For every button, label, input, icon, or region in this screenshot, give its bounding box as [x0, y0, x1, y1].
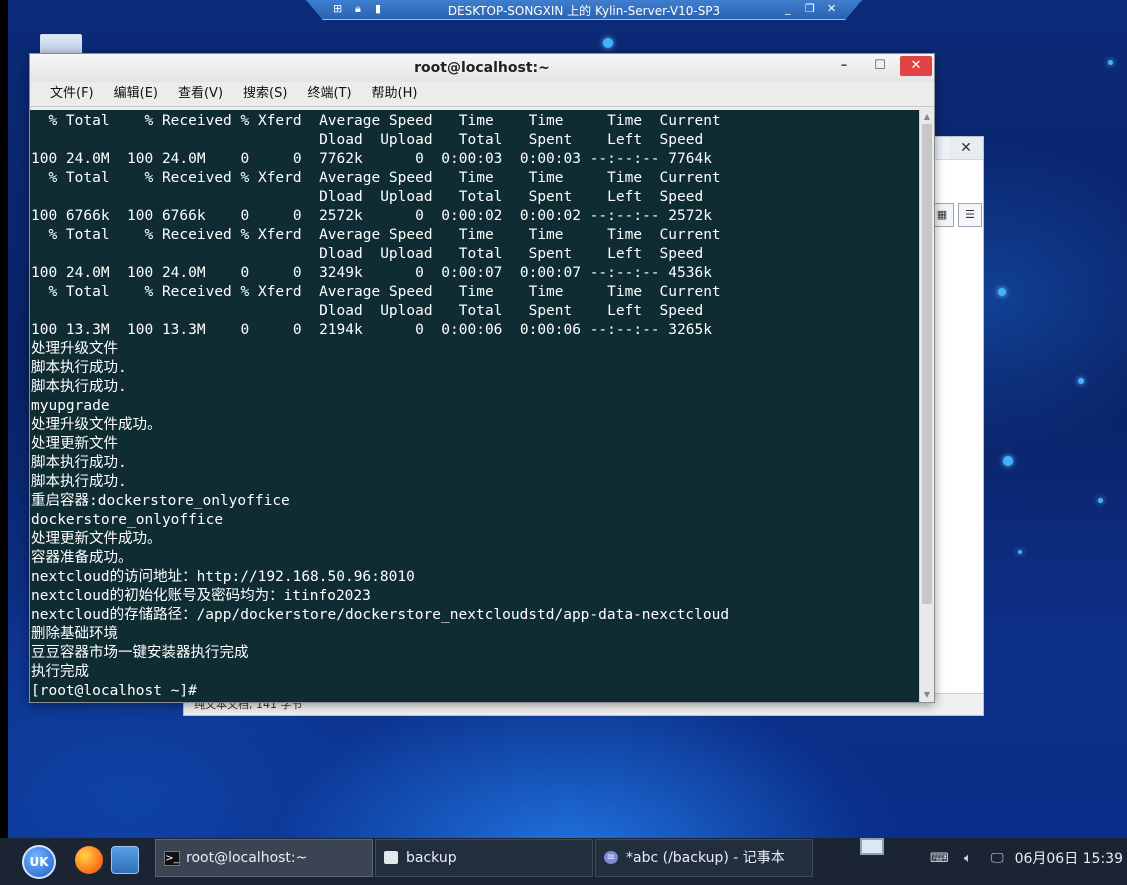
folder-icon [384, 851, 398, 864]
scrollbar-thumb[interactable] [922, 124, 932, 604]
clock[interactable]: 06月06日 15:39 [1015, 848, 1123, 868]
file-manager-icon[interactable] [111, 846, 139, 874]
volume-icon[interactable]: 🔈︎ [964, 851, 972, 866]
menu-edit[interactable]: 编辑(E) [104, 82, 168, 106]
start-menu-button[interactable]: UK [22, 845, 56, 879]
close-button[interactable]: ✕ [900, 56, 932, 76]
minimize-button[interactable]: – [828, 56, 860, 76]
task-label: backup [406, 850, 457, 866]
menu-file[interactable]: 文件(F) [40, 82, 104, 106]
maximize-button[interactable]: ☐ [864, 56, 896, 76]
screen-edge [0, 0, 8, 885]
scroll-down-icon[interactable]: ▼ [920, 688, 934, 702]
terminal-icon: >_ [164, 851, 180, 866]
minimize-icon[interactable]: _ [785, 2, 791, 15]
restore-icon[interactable]: ❐ [805, 2, 815, 15]
text-editor-icon: ≡ [604, 851, 618, 864]
task-label: root@localhost:~ [186, 850, 308, 866]
close-icon[interactable]: ✕ [949, 137, 983, 159]
terminal-scrollbar[interactable]: ▲ ▼ [919, 110, 934, 702]
network-icon[interactable]: 🖵︎ [991, 851, 1004, 866]
keyboard-icon[interactable]: ⌨ [930, 851, 949, 866]
terminal-output[interactable]: % Total % Received % Xferd Average Speed… [30, 110, 921, 702]
taskbar: UK >_ root@localhost:~ backup ≡ *abc (/b… [0, 838, 1127, 885]
task-text-editor[interactable]: ≡ *abc (/backup) - 记事本 [595, 839, 813, 877]
terminal-text: % Total % Received % Xferd Average Speed… [31, 113, 730, 699]
menu-help[interactable]: 帮助(H) [362, 82, 428, 106]
task-label: *abc (/backup) - 记事本 [626, 850, 785, 866]
terminal-titlebar[interactable]: root@localhost:~ – ☐ ✕ [30, 54, 934, 82]
task-backup-folder[interactable]: backup [375, 839, 593, 877]
menu-view[interactable]: 查看(V) [168, 82, 233, 106]
task-terminal[interactable]: >_ root@localhost:~ [155, 839, 373, 877]
show-desktop-icon[interactable] [860, 838, 884, 855]
remote-desktop-title: DESKTOP-SONGXIN 上的 Kylin-Server-V10-SP3 [447, 4, 721, 18]
terminal-window[interactable]: root@localhost:~ – ☐ ✕ 文件(F) 编辑(E) 查看(V)… [29, 53, 935, 703]
scroll-up-icon[interactable]: ▲ [920, 110, 934, 124]
close-icon[interactable]: ✕ [827, 2, 836, 15]
remote-desktop-bar[interactable]: ⊞ 🔒︎ ▮ DESKTOP-SONGXIN 上的 Kylin-Server-V… [306, 0, 862, 20]
menu-bar: 文件(F) 编辑(E) 查看(V) 搜索(S) 终端(T) 帮助(H) [30, 82, 934, 107]
menu-search[interactable]: 搜索(S) [233, 82, 297, 106]
list-view-icon[interactable]: ☰ [958, 203, 982, 227]
window-title: root@localhost:~ [414, 60, 550, 76]
menu-terminal[interactable]: 终端(T) [297, 82, 361, 106]
firefox-icon[interactable] [75, 846, 103, 874]
